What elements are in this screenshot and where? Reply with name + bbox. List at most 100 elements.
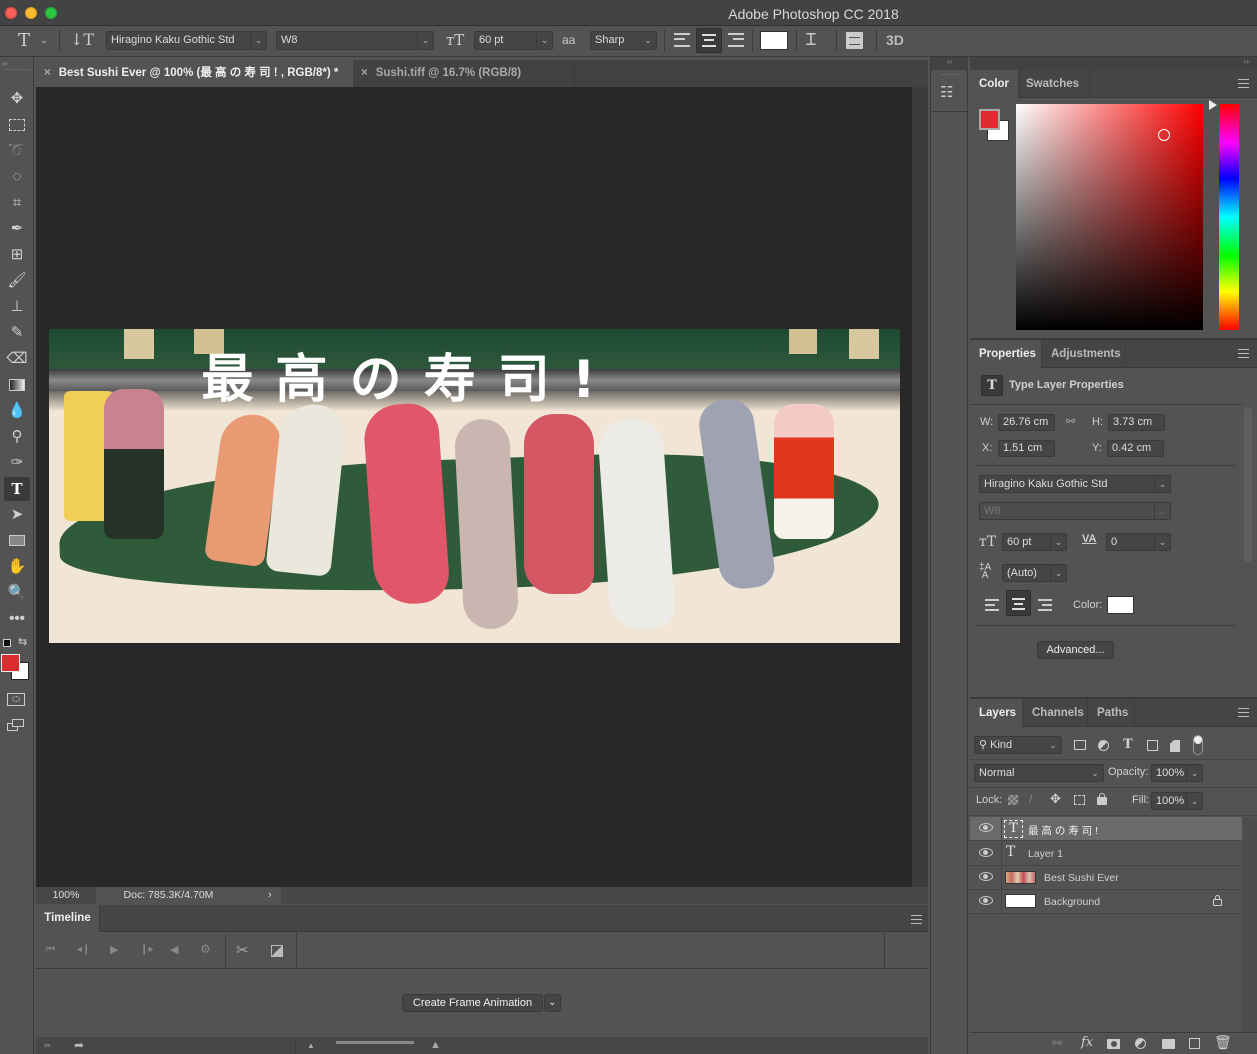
height-field[interactable]: 3.73 cm bbox=[1108, 414, 1165, 431]
fx-icon[interactable]: fx bbox=[1081, 1035, 1093, 1050]
vertical-scrollbar[interactable] bbox=[912, 87, 928, 887]
width-field[interactable]: 26.76 cm bbox=[998, 414, 1055, 431]
dodge-tool[interactable]: ⚲ bbox=[4, 425, 30, 449]
tab-swatches[interactable]: Swatches bbox=[1016, 70, 1091, 98]
foreground-color-swatch[interactable] bbox=[1, 654, 20, 672]
font-size-select[interactable]: 60 pt ⌄ bbox=[474, 31, 553, 50]
link-layers-icon[interactable]: ⚯ bbox=[1052, 1036, 1062, 1050]
add-mask-icon[interactable] bbox=[1107, 1039, 1120, 1049]
quick-mask-icon[interactable] bbox=[7, 693, 25, 706]
filter-pixel-layers-icon[interactable] bbox=[1074, 740, 1086, 750]
properties-align-left-icon[interactable] bbox=[985, 599, 999, 611]
filter-shape-layers-icon[interactable] bbox=[1147, 740, 1158, 751]
link-icon[interactable]: ⚯ bbox=[1066, 415, 1075, 428]
visibility-eye-icon[interactable] bbox=[979, 896, 993, 905]
grip[interactable] bbox=[4, 69, 30, 72]
move-tool[interactable]: ✥ bbox=[4, 87, 30, 111]
layer-name[interactable]: Layer 1 bbox=[1028, 848, 1063, 860]
filter-toggle[interactable] bbox=[1193, 735, 1203, 755]
blend-mode-select[interactable]: Normal ⌄ bbox=[974, 764, 1104, 782]
color-picker-cursor[interactable] bbox=[1158, 129, 1170, 141]
previous-frame-icon[interactable]: ◂❙ bbox=[77, 944, 90, 955]
panel-menu-icon[interactable] bbox=[1238, 708, 1249, 717]
screen-mode-icon[interactable] bbox=[7, 719, 25, 733]
canvas-headline-text[interactable]: 最 高 の 寿 司 ! bbox=[49, 337, 900, 412]
hand-tool[interactable]: ✋ bbox=[4, 555, 30, 579]
lock-artboard-icon[interactable] bbox=[1074, 795, 1085, 805]
hue-slider[interactable] bbox=[1219, 104, 1239, 330]
foreground-color-swatch[interactable] bbox=[979, 109, 1000, 130]
tab-channels[interactable]: Channels bbox=[1023, 699, 1088, 727]
tab-paths[interactable]: Paths bbox=[1088, 699, 1135, 727]
x-field[interactable]: 1.51 cm bbox=[998, 440, 1055, 457]
lock-transparent-pixels-icon[interactable] bbox=[1008, 795, 1018, 805]
gradient-tool[interactable] bbox=[4, 373, 30, 397]
lock-image-pixels-icon[interactable]: / bbox=[1029, 792, 1032, 806]
collapse-icon[interactable]: ›› bbox=[2, 59, 7, 68]
properties-scrollbar[interactable] bbox=[1244, 407, 1252, 562]
layers-scrollbar[interactable] bbox=[1242, 817, 1257, 1032]
zoom-level[interactable]: 100% bbox=[36, 887, 96, 904]
properties-align-center-button[interactable] bbox=[1006, 590, 1031, 616]
align-left-icon[interactable] bbox=[674, 33, 690, 47]
filter-adjustment-layers-icon[interactable] bbox=[1098, 740, 1109, 751]
tab-properties[interactable]: Properties bbox=[970, 340, 1042, 368]
timeline-tab[interactable]: Timeline bbox=[36, 905, 100, 932]
tab-adjustments[interactable]: Adjustments bbox=[1042, 340, 1126, 368]
tracking-select[interactable]: 0 ⌄ bbox=[1106, 533, 1171, 551]
fill-field[interactable]: 100% ⌄ bbox=[1151, 792, 1203, 810]
animation-type-dropdown[interactable]: ⌄ bbox=[544, 994, 561, 1012]
layer-row[interactable]: Best Sushi Ever bbox=[970, 866, 1242, 890]
properties-color-swatch[interactable] bbox=[1107, 596, 1134, 614]
healing-brush-tool[interactable]: ⊞ bbox=[4, 243, 30, 267]
path-selection-tool[interactable]: ➤ bbox=[4, 503, 30, 527]
pen-tool[interactable]: ✑ bbox=[4, 451, 30, 475]
layer-row[interactable]: Background bbox=[970, 890, 1242, 914]
create-frame-animation-button[interactable]: Create Frame Animation bbox=[402, 994, 543, 1012]
chevron-down-icon[interactable]: ⌄ bbox=[40, 35, 48, 46]
color-field[interactable] bbox=[1016, 104, 1203, 330]
layer-row[interactable]: T 最 高 の 寿 司 ! bbox=[970, 817, 1242, 841]
properties-font-size-select[interactable]: 60 pt ⌄ bbox=[1002, 533, 1067, 551]
advanced-button[interactable]: Advanced... bbox=[1037, 641, 1114, 659]
gear-icon[interactable]: ⚙ bbox=[200, 942, 211, 956]
lock-all-icon[interactable] bbox=[1097, 793, 1107, 805]
eraser-tool[interactable]: ⌫ bbox=[4, 347, 30, 371]
close-tab-icon[interactable]: × bbox=[361, 67, 368, 79]
next-frame-icon[interactable]: ❙▸ bbox=[140, 944, 153, 955]
properties-align-right-icon[interactable] bbox=[1038, 599, 1052, 611]
layer-name[interactable]: 最 高 の 寿 司 ! bbox=[1028, 823, 1098, 838]
eyedropper-tool[interactable]: ✒ bbox=[4, 217, 30, 241]
transition-icon[interactable] bbox=[271, 945, 283, 957]
expand-dock-icon[interactable]: ‹‹ bbox=[931, 57, 968, 70]
hue-slider-handle[interactable] bbox=[1209, 100, 1217, 110]
align-center-button[interactable] bbox=[696, 28, 722, 53]
new-layer-icon[interactable] bbox=[1189, 1038, 1200, 1049]
layer-name[interactable]: Best Sushi Ever bbox=[1044, 872, 1119, 884]
font-style-select[interactable]: W8 ⌄ bbox=[276, 31, 434, 50]
antialias-select[interactable]: Sharp ⌄ bbox=[590, 31, 657, 50]
rectangle-tool[interactable] bbox=[4, 529, 30, 553]
lasso-tool[interactable]: ➰ bbox=[4, 139, 30, 163]
font-family-select[interactable]: Hiragino Kaku Gothic Std ⌄ bbox=[106, 31, 267, 50]
document-image[interactable]: 最 高 の 寿 司 ! bbox=[49, 329, 900, 643]
character-panel-icon[interactable] bbox=[846, 32, 863, 49]
timeline-zoom-slider[interactable] bbox=[336, 1041, 414, 1044]
panel-menu-icon[interactable] bbox=[1238, 349, 1249, 358]
delete-layer-icon[interactable]: 🗑 bbox=[1214, 1034, 1232, 1051]
warp-text-icon[interactable]: Ꮖ bbox=[806, 30, 817, 50]
tab-best-sushi-ever[interactable]: × Best Sushi Ever @ 100% (最 高 の 寿 司 ! , R… bbox=[36, 60, 353, 87]
align-right-icon[interactable] bbox=[728, 33, 744, 47]
leading-select[interactable]: (Auto) ⌄ bbox=[1002, 564, 1067, 582]
text-color-swatch[interactable] bbox=[760, 31, 788, 50]
more-tools-icon[interactable]: ••• bbox=[4, 607, 30, 631]
history-brush-tool[interactable]: ✎ bbox=[4, 321, 30, 345]
properties-font-family-select[interactable]: Hiragino Kaku Gothic Std ⌄ bbox=[979, 475, 1171, 493]
history-panel-icon[interactable]: ☷ bbox=[940, 83, 953, 101]
render-video-icon[interactable]: ➦ bbox=[74, 1038, 84, 1052]
audio-icon[interactable]: ◀ bbox=[170, 943, 178, 956]
y-field[interactable]: 0.42 cm bbox=[1107, 440, 1164, 457]
layer-filter-kind-select[interactable]: ⚲ Kind ⌄ bbox=[974, 736, 1062, 754]
visibility-eye-icon[interactable] bbox=[979, 848, 993, 857]
panel-menu-icon[interactable] bbox=[911, 915, 922, 924]
